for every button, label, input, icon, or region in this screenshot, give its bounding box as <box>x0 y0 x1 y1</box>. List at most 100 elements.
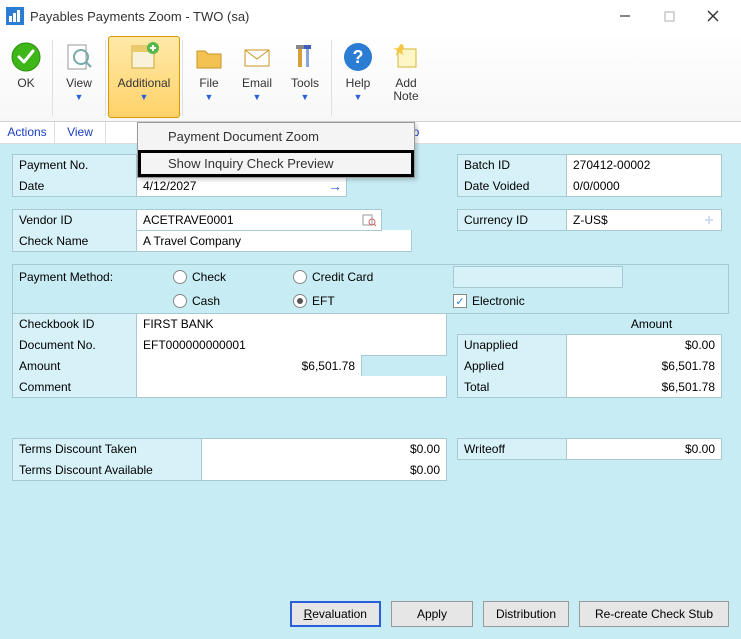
value-terms-discount-available: $0.00 <box>202 459 447 481</box>
title-bar: Payables Payments Zoom - TWO (sa) <box>0 0 741 32</box>
label-applied: Applied <box>457 355 567 377</box>
radio-cash-label: Cash <box>192 294 220 308</box>
label-checkbook-id: Checkbook ID <box>12 313 137 335</box>
additional-menu: Payment Document Zoom Show Inquiry Check… <box>137 122 415 178</box>
folder-icon <box>191 39 227 75</box>
close-button[interactable] <box>691 0 735 32</box>
help-icon: ? <box>340 39 376 75</box>
value-writeoff: $0.00 <box>567 438 722 460</box>
add-note-icon <box>388 39 424 75</box>
group-view: View <box>55 122 105 143</box>
label-vendor-id: Vendor ID <box>12 209 137 231</box>
currency-id-text: Z-US$ <box>573 213 608 227</box>
tools-button[interactable]: Tools ▼ <box>281 36 329 118</box>
checkbox-electronic[interactable]: ✓Electronic <box>453 294 623 308</box>
value-currency-id: Z-US$ <box>567 209 722 231</box>
vendor-id-text: ACETRAVE0001 <box>143 213 234 227</box>
minimize-button[interactable] <box>603 0 647 32</box>
value-date-voided: 0/0/0000 <box>567 175 722 197</box>
recreate-check-stub-button[interactable]: Re-create Check Stub <box>579 601 729 627</box>
value-date: 4/12/2027 → <box>137 175 347 197</box>
value-batch-id: 270412-00002 <box>567 154 722 176</box>
add-note-label: Add Note <box>393 77 418 103</box>
label-check-name: Check Name <box>12 230 137 252</box>
radio-credit-card[interactable]: Credit Card <box>293 270 433 284</box>
date-arrow-icon[interactable]: → <box>328 178 342 194</box>
app-icon <box>6 7 24 25</box>
menu-payment-document-zoom[interactable]: Payment Document Zoom <box>138 123 414 150</box>
label-comment: Comment <box>12 376 137 398</box>
view-label: View <box>66 77 92 90</box>
lookup-icon[interactable] <box>361 212 377 228</box>
maximize-button[interactable] <box>647 0 691 32</box>
revaluation-button[interactable]: Revaluation <box>290 601 381 627</box>
view-icon <box>61 39 97 75</box>
form-body: Payment No. Batch ID 270412-00002 Date 4… <box>0 144 741 639</box>
label-date-voided: Date Voided <box>457 175 567 197</box>
svg-text:?: ? <box>353 47 364 67</box>
credit-card-value <box>453 266 623 288</box>
radio-credit-card-label: Credit Card <box>312 270 373 284</box>
menu-show-inquiry-check-preview[interactable]: Show Inquiry Check Preview <box>138 150 414 177</box>
expand-icon[interactable] <box>701 212 717 228</box>
label-payment-method: Payment Method: <box>13 266 173 288</box>
radio-eft-label: EFT <box>312 294 335 308</box>
ok-icon <box>8 39 44 75</box>
radio-check[interactable]: Check <box>173 270 293 284</box>
label-unapplied: Unapplied <box>457 334 567 356</box>
value-check-name: A Travel Company <box>137 230 412 252</box>
window-title: Payables Payments Zoom - TWO (sa) <box>30 9 249 24</box>
additional-icon <box>126 39 162 75</box>
value-terms-discount-taken: $0.00 <box>202 438 447 460</box>
radio-cash[interactable]: Cash <box>173 294 293 308</box>
chevron-down-icon: ▼ <box>140 92 149 102</box>
revaluation-sfx: evaluation <box>312 607 367 621</box>
help-button[interactable]: ? Help ▼ <box>334 36 382 118</box>
tools-icon <box>287 39 323 75</box>
date-text: 4/12/2027 <box>143 179 196 193</box>
value-checkbook-id: FIRST BANK <box>137 313 447 335</box>
email-label: Email <box>242 77 272 90</box>
value-unapplied: $0.00 <box>567 334 722 356</box>
label-currency-id: Currency ID <box>457 209 567 231</box>
add-note-button[interactable]: Add Note <box>382 36 430 118</box>
label-batch-id: Batch ID <box>457 154 567 176</box>
value-total: $6,501.78 <box>567 376 722 398</box>
label-terms-discount-taken: Terms Discount Taken <box>12 438 202 460</box>
value-applied: $6,501.78 <box>567 355 722 377</box>
view-ribbon-button[interactable]: View ▼ <box>55 36 103 118</box>
file-button[interactable]: File ▼ <box>185 36 233 118</box>
label-document-no: Document No. <box>12 334 137 356</box>
chevron-down-icon: ▼ <box>301 92 310 102</box>
ok-button[interactable]: OK <box>2 36 50 118</box>
additional-label: Additional <box>118 77 171 90</box>
help-label: Help <box>346 77 371 90</box>
value-document-no: EFT000000000001 <box>137 334 447 356</box>
label-payment-no: Payment No. <box>12 154 137 176</box>
email-icon <box>239 39 275 75</box>
chevron-down-icon: ▼ <box>354 92 363 102</box>
chevron-down-icon: ▼ <box>253 92 262 102</box>
group-actions: Actions <box>0 122 54 143</box>
ok-label: OK <box>17 77 34 90</box>
radio-eft[interactable]: EFT <box>293 294 433 308</box>
ribbon: OK View ▼ Additional ▼ File ▼ Email ▼ To <box>0 32 741 122</box>
chevron-down-icon: ▼ <box>75 92 84 102</box>
label-writeoff: Writeoff <box>457 438 567 460</box>
label-total: Total <box>457 376 567 398</box>
additional-button[interactable]: Additional ▼ <box>108 36 180 118</box>
value-vendor-id: ACETRAVE0001 <box>137 209 382 231</box>
tools-label: Tools <box>291 77 319 90</box>
email-button[interactable]: Email ▼ <box>233 36 281 118</box>
chevron-down-icon: ▼ <box>205 92 214 102</box>
label-amount: Amount <box>12 355 137 377</box>
value-comment <box>137 376 447 398</box>
distribution-button[interactable]: Distribution <box>483 601 569 627</box>
value-amount: $6,501.78 <box>137 355 362 377</box>
label-date: Date <box>12 175 137 197</box>
label-terms-discount-available: Terms Discount Available <box>12 459 202 481</box>
apply-button[interactable]: Apply <box>391 601 473 627</box>
file-label: File <box>199 77 218 90</box>
radio-check-label: Check <box>192 270 226 284</box>
button-bar: Revaluation Apply Distribution Re-create… <box>12 601 729 627</box>
